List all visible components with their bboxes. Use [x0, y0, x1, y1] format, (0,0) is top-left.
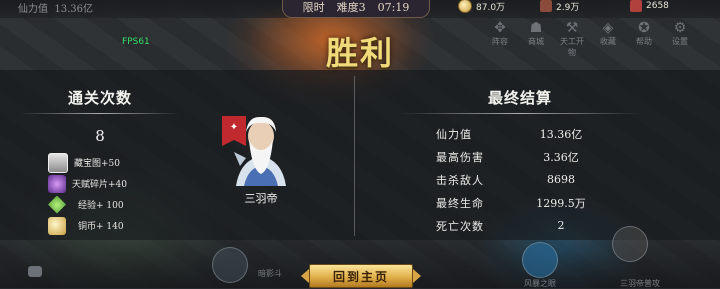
experience-icon [48, 195, 66, 214]
stat-row: 最高伤害 3.36亿 [436, 145, 606, 168]
return-home-button[interactable]: 回到主页 [301, 264, 421, 288]
final-result-underline [400, 113, 640, 114]
final-stats: 仙力值 13.36亿 最高伤害 3.36亿 击杀敌人 8698 最终生命 129… [436, 122, 606, 237]
stat-value: 1299.5万 [536, 196, 586, 210]
timer-label: 07:19 [377, 0, 410, 14]
bottom-label: 三羽帝普攻 [620, 279, 660, 288]
reward-text: 天赋碎片+40 [72, 180, 127, 190]
skill-slot[interactable] [522, 242, 558, 278]
clear-count-title: 通关次数 [67, 89, 132, 107]
sword-icon[interactable] [612, 226, 648, 262]
final-result-title: 最终结算 [487, 89, 552, 107]
resource-gem-value: 2.9万 [556, 2, 580, 13]
reward-text: 藏宝图+50 [74, 159, 120, 169]
resource-ticket[interactable]: 2658 [630, 0, 669, 13]
treasure-map-icon [48, 152, 68, 173]
top-left-power: 仙力值 13.36亿 [18, 0, 93, 15]
resource-ticket-value: 2658 [646, 1, 669, 11]
hero-portrait [234, 116, 286, 186]
reward-item: 铜币+ 140 [48, 215, 127, 236]
clear-count-underline [20, 113, 180, 114]
stat-value: 8698 [547, 173, 575, 186]
stat-label: 击杀敌人 [436, 173, 484, 187]
stat-label: 死亡次数 [436, 219, 484, 233]
gold-coin-icon [458, 0, 472, 13]
hero-name: 三羽帝 [244, 192, 278, 205]
stat-row: 最终生命 1299.5万 [436, 191, 606, 214]
scroll-icon [540, 0, 552, 12]
stat-value: 2 [557, 219, 565, 232]
stat-value: 3.36亿 [543, 150, 579, 164]
top-left-power-value: 13.36亿 [54, 4, 93, 15]
reward-item: 经验+ 100 [48, 194, 127, 215]
reward-text: 经验+ 100 [78, 201, 124, 211]
bottom-label: 暗影斗 [258, 269, 282, 278]
reward-text: 铜币+ 140 [78, 222, 124, 232]
victory-title: 胜利 [325, 34, 394, 72]
stat-label: 最高伤害 [436, 150, 484, 164]
talent-fragment-icon [48, 174, 66, 193]
stat-label: 仙力值 [436, 127, 472, 141]
difficulty-label: 难度3 [336, 1, 366, 14]
bottom-label: 风暴之眼 [524, 279, 556, 288]
reward-item: 藏宝图+50 [48, 152, 127, 173]
clear-count-value: 8 [95, 127, 105, 145]
resource-coin-value: 87.0万 [476, 2, 506, 13]
top-left-power-label: 仙力值 [18, 4, 48, 15]
stat-row: 仙力值 13.36亿 [436, 122, 606, 145]
chat-icon[interactable] [28, 266, 42, 277]
panel-divider [354, 76, 355, 236]
copper-coin-icon [48, 216, 66, 235]
reward-list: 藏宝图+50 天赋碎片+40 经验+ 100 铜币+ 140 [48, 152, 127, 236]
stat-row: 死亡次数 2 [436, 214, 606, 237]
stat-row: 击杀敌人 8698 [436, 168, 606, 191]
reward-item: 天赋碎片+40 [48, 173, 127, 194]
resource-gem[interactable]: 2.9万 [540, 0, 579, 13]
mode-label: 限时 [302, 1, 325, 14]
resource-coin[interactable]: 87.0万 [458, 0, 505, 13]
stat-label: 最终生命 [436, 196, 484, 210]
skill-slot[interactable] [212, 247, 248, 283]
ticket-icon [630, 0, 642, 12]
stat-value: 13.36亿 [539, 127, 583, 141]
stage-info-pill: 限时 难度3 07:19 [282, 0, 430, 18]
